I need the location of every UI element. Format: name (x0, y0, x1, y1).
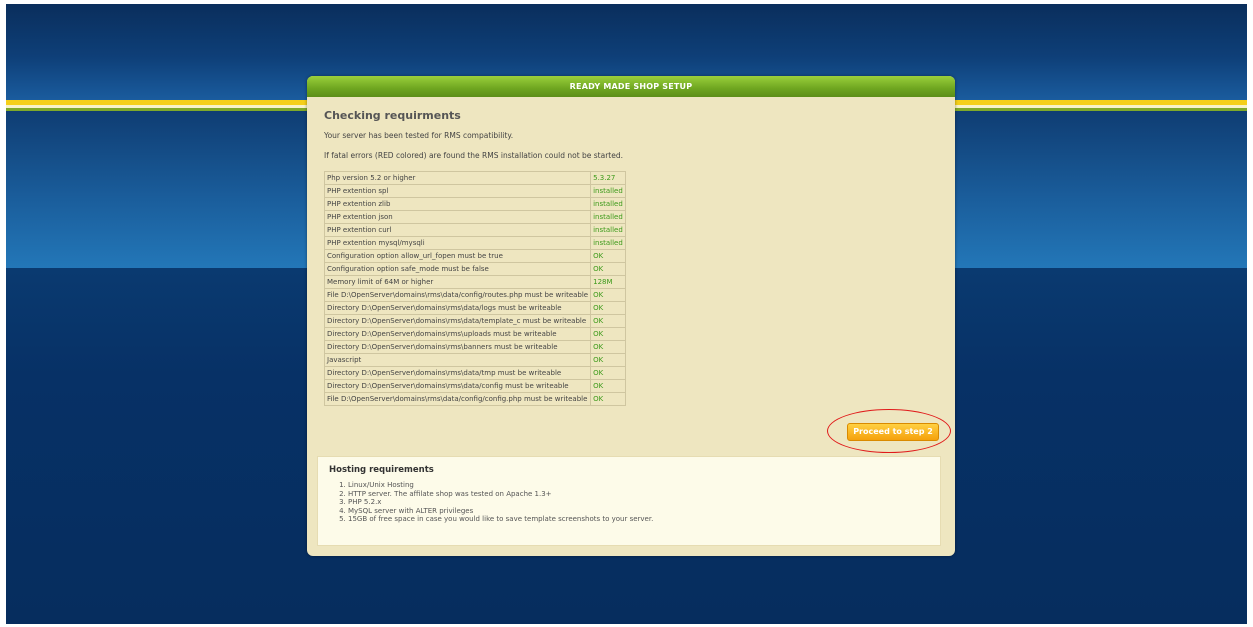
requirement-status: OK (590, 249, 626, 263)
hosting-item: HTTP server. The affilate shop was teste… (348, 490, 940, 499)
table-row: Configuration option safe_mode must be f… (323, 262, 626, 276)
table-row: PHP extention curl installed (323, 223, 626, 237)
table-row: Directory D:\OpenServer\domains\rms\data… (323, 314, 626, 328)
proceed-button[interactable]: Proceed to step 2 (847, 423, 939, 441)
hosting-requirements-box: Hosting requirements Linux/Unix Hosting … (317, 456, 941, 546)
requirement-label: File D:\OpenServer\domains\rms\data/conf… (323, 288, 592, 302)
panel-body: Checking requirments Your server has bee… (307, 97, 955, 406)
requirement-label: Configuration option allow_url_fopen mus… (323, 249, 592, 263)
requirement-label: Javascript (323, 353, 592, 367)
hosting-item: MySQL server with ALTER privileges (348, 507, 940, 516)
table-row: Javascript OK (323, 353, 626, 367)
requirement-status: OK (590, 366, 626, 380)
requirement-label: Memory limit of 64M or higher (323, 275, 592, 289)
table-row: File D:\OpenServer\domains\rms\data/conf… (323, 288, 626, 302)
table-row: File D:\OpenServer\domains\rms\data/conf… (323, 392, 626, 406)
requirement-label: PHP extention zlib (323, 197, 592, 211)
requirement-status: OK (590, 262, 626, 276)
table-row: PHP extention mysql/mysqli installed (323, 236, 626, 250)
hosting-title: Hosting requirements (329, 465, 434, 475)
requirement-status: installed (590, 223, 626, 237)
requirement-label: Directory D:\OpenServer\domains\rms\data… (323, 379, 592, 393)
requirement-label: Directory D:\OpenServer\domains\rms\bann… (323, 340, 592, 354)
requirements-table: Php version 5.2 or higher 5.3.27 PHP exten… (323, 171, 626, 406)
requirement-label: PHP extention json (323, 210, 592, 224)
requirement-status: installed (590, 236, 626, 250)
hosting-item: Linux/Unix Hosting (348, 481, 940, 490)
page-title: Checking requirments (324, 109, 461, 122)
browser-viewport: READY MADE SHOP SETUP Checking requirmen… (6, 4, 1247, 624)
requirement-status: 5.3.27 (590, 171, 626, 185)
hosting-list: Linux/Unix Hosting HTTP server. The affi… (318, 481, 940, 524)
requirement-label: Configuration option safe_mode must be f… (323, 262, 592, 276)
table-row: Directory D:\OpenServer\domains\rms\data… (323, 366, 626, 380)
requirement-status: OK (590, 288, 626, 302)
requirement-status: installed (590, 184, 626, 198)
requirement-label: Directory D:\OpenServer\domains\rms\data… (323, 366, 592, 380)
requirement-label: File D:\OpenServer\domains\rms\data/conf… (323, 392, 592, 406)
table-row: Directory D:\OpenServer\domains\rms\bann… (323, 340, 626, 354)
requirement-status: installed (590, 210, 626, 224)
panel-header: READY MADE SHOP SETUP (307, 76, 955, 97)
proceed-area: Proceed to step 2 (827, 409, 955, 453)
intro-text-2: If fatal errors (RED colored) are found … (324, 151, 624, 160)
hosting-item: PHP 5.2.x (348, 498, 940, 507)
requirement-status: OK (590, 379, 626, 393)
table-row: Directory D:\OpenServer\domains\rms\data… (323, 379, 626, 393)
requirement-label: PHP extention mysql/mysqli (323, 236, 592, 250)
requirement-status: installed (590, 197, 626, 211)
requirement-status: OK (590, 314, 626, 328)
requirement-label: Directory D:\OpenServer\domains\rms\data… (323, 301, 592, 315)
table-row: PHP extention spl installed (323, 184, 626, 198)
requirement-label: PHP extention spl (323, 184, 592, 198)
intro-text-1: Your server has been tested for RMS comp… (324, 131, 514, 140)
requirement-status: 128M (590, 275, 626, 289)
setup-panel: READY MADE SHOP SETUP Checking requirmen… (307, 76, 955, 556)
table-row: Php version 5.2 or higher 5.3.27 (323, 171, 626, 185)
requirement-status: OK (590, 301, 626, 315)
requirement-status: OK (590, 340, 626, 354)
requirement-label: Directory D:\OpenServer\domains\rms\uplo… (323, 327, 592, 341)
hosting-item: 15GB of free space in case you would lik… (348, 515, 940, 524)
table-row: Configuration option allow_url_fopen mus… (323, 249, 626, 263)
requirement-label: Directory D:\OpenServer\domains\rms\data… (323, 314, 592, 328)
table-row: Directory D:\OpenServer\domains\rms\data… (323, 301, 626, 315)
table-row: PHP extention zlib installed (323, 197, 626, 211)
requirement-label: Php version 5.2 or higher (323, 171, 592, 185)
requirement-status: OK (590, 392, 626, 406)
table-row: PHP extention json installed (323, 210, 626, 224)
table-row: Directory D:\OpenServer\domains\rms\uplo… (323, 327, 626, 341)
requirement-status: OK (590, 353, 626, 367)
requirement-status: OK (590, 327, 626, 341)
requirement-label: PHP extention curl (323, 223, 592, 237)
table-row: Memory limit of 64M or higher 128M (323, 275, 626, 289)
